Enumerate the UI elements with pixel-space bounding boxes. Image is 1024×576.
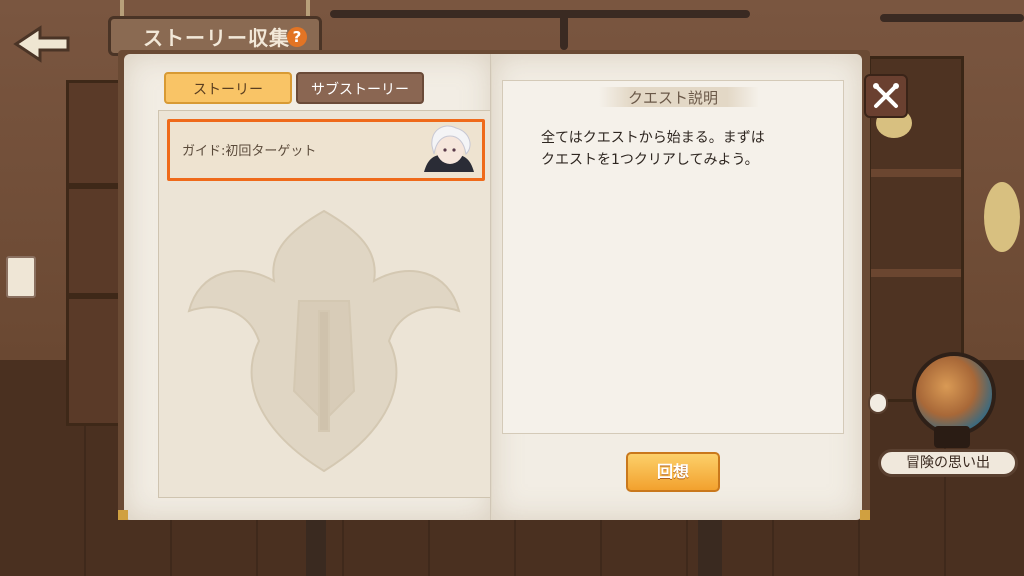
crossed-swords-close-icon (873, 83, 899, 108)
background-cup (6, 256, 36, 298)
background-plant (984, 182, 1020, 252)
globe-icon (912, 352, 996, 436)
background-pipe (560, 10, 568, 50)
adventure-memories-button[interactable]: 冒険の思い出 (878, 449, 1018, 477)
book-corner (118, 510, 128, 520)
left-page: ストーリー サブストーリー ガイド:初回ターゲット (124, 54, 492, 520)
story-book: ストーリー サブストーリー ガイド:初回ターゲット クエスト説明 全てはクエスト… (118, 50, 870, 520)
background-table-leg (698, 520, 722, 576)
quest-description: 全てはクエストから始まる。まずは クエストを1つクリアしてみよう。 (541, 130, 765, 168)
globe-stand (934, 426, 970, 448)
back-button[interactable] (10, 24, 74, 64)
list-item[interactable]: ガイド:初回ターゲット (167, 119, 485, 181)
story-list: ガイド:初回ターゲット (158, 110, 492, 498)
character-portrait (424, 125, 474, 172)
tab-substory[interactable]: サブストーリー (296, 72, 424, 104)
background-pipe (330, 10, 750, 18)
background-pipe (880, 14, 1024, 22)
quest-description-panel: クエスト説明 全てはクエストから始まる。まずは クエストを1つクリアしてみよう。 (502, 80, 844, 434)
book-corner (860, 510, 870, 520)
crest-emblem (187, 209, 461, 473)
background-table-leg (306, 520, 326, 576)
list-item-label: ガイド:初回ターゲット (182, 144, 317, 159)
quest-title: クエスト説明 (627, 89, 718, 107)
side-toggle[interactable] (868, 392, 888, 414)
back-arrow-icon (13, 25, 70, 63)
right-page: クエスト説明 全てはクエストから始まる。まずは クエストを1つクリアしてみよう。… (492, 54, 862, 520)
recall-button[interactable]: 回想 (626, 452, 720, 492)
close-button[interactable] (864, 74, 908, 118)
tab-story[interactable]: ストーリー (164, 72, 292, 104)
help-icon[interactable]: ? (287, 27, 307, 47)
page-title: ストーリー収集 (143, 25, 290, 50)
